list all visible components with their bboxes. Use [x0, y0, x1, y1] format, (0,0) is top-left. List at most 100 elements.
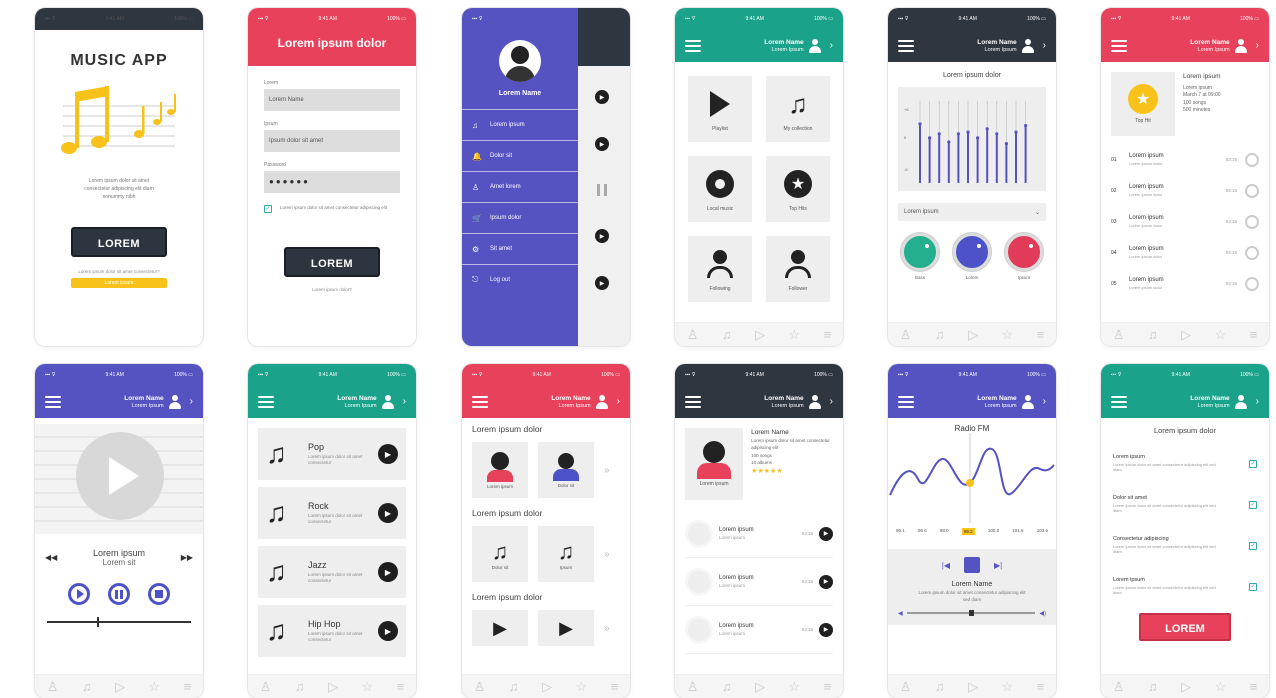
menu-icon[interactable] [685, 40, 701, 52]
checklist-item[interactable]: Lorem ipsum Lorem ipsum dolor sit amet co… [1113, 443, 1257, 484]
album-card[interactable]: ♫ Dolor sit [472, 526, 528, 582]
artist-card[interactable]: Lorem ipsum [472, 442, 528, 498]
user-chip[interactable]: Lorem Name Lorem Ipsum › [764, 38, 833, 54]
drawer-menu-item[interactable]: ♫ Lorem ipsum [462, 109, 578, 140]
track-row[interactable]: 02 Lorem ipsum Lorem ipsum dolor 03:15 [1111, 175, 1259, 206]
music-tab-icon[interactable]: ♫ [1148, 327, 1158, 342]
help-link[interactable]: Lorem ipsum dolor sit amet consectetur? [35, 269, 203, 274]
play-tab-icon[interactable]: ▷ [1181, 679, 1191, 695]
checklist-item[interactable]: Dolor sit amet Lorem ipsum dolor sit amet… [1113, 484, 1257, 525]
play-icon[interactable]: ▶ [378, 562, 398, 582]
checkbox-checked-icon[interactable]: ✓ [1249, 582, 1257, 591]
play-icon[interactable]: ▶ [378, 444, 398, 464]
menu-tab-icon[interactable]: ≡ [1037, 679, 1045, 694]
more-arrow-icon[interactable]: » [604, 465, 610, 476]
progress-slider[interactable] [47, 617, 191, 627]
name-input[interactable]: Lorem Name [264, 89, 400, 111]
favorite-tab-icon[interactable]: ☆ [1215, 679, 1227, 695]
profile-tab-icon[interactable]: ♙ [474, 679, 486, 695]
play-icon[interactable]: ▶ [595, 276, 609, 290]
frequency-selected[interactable]: 99.2 [961, 528, 975, 535]
next-icon[interactable]: ▶| [994, 561, 1002, 570]
artist-card[interactable]: Dolor sit [538, 442, 594, 498]
drawer-menu-item[interactable]: 🔔 Dolor sit [462, 140, 578, 171]
album-card[interactable]: ♫ Ipsum [538, 526, 594, 582]
more-arrow-icon[interactable]: » [604, 549, 610, 560]
library-tile[interactable]: Following [688, 236, 752, 302]
checklist-item[interactable]: Consectetur adipiscing Lorem ipsum dolor … [1113, 525, 1257, 566]
drawer-menu-item[interactable]: ♙ Amet lorem [462, 171, 578, 202]
frequency-option[interactable]: 100.0 [988, 528, 999, 535]
profile-tab-icon[interactable]: ♙ [1113, 327, 1125, 343]
password-input[interactable]: ●●●●●● [264, 171, 400, 193]
menu-tab-icon[interactable]: ≡ [184, 679, 192, 694]
profile-tab-icon[interactable]: ♙ [900, 327, 912, 343]
library-tile[interactable]: Follower [766, 236, 830, 302]
menu-icon[interactable] [472, 396, 488, 408]
knob[interactable]: Lorem [953, 233, 991, 280]
menu-icon[interactable] [898, 40, 914, 52]
genre-card[interactable]: ♫ Hip Hop Lorem ipsum dolor sit amet conse… [258, 605, 406, 657]
play-tab-icon[interactable]: ▷ [115, 679, 125, 695]
frequency-option[interactable]: 96.6 [918, 528, 927, 535]
user-chip[interactable]: Lorem Name Lorem Ipsum › [977, 38, 1046, 54]
menu-icon[interactable] [1111, 396, 1127, 408]
checklist-item[interactable]: Lorem ipsum Lorem ipsum dolor sit amet co… [1113, 566, 1257, 607]
frequency-option[interactable]: 98.0 [940, 528, 949, 535]
user-chip[interactable]: Lorem Name Lorem Ipsum › [124, 394, 193, 410]
music-tab-icon[interactable]: ♫ [82, 679, 92, 694]
library-tile[interactable]: Local music [688, 156, 752, 222]
library-tile[interactable]: ♫ My collection [766, 76, 830, 142]
music-tab-icon[interactable]: ♫ [935, 327, 945, 342]
playlist-card[interactable]: ▶ [472, 610, 528, 646]
frequency-option[interactable]: 101.5 [1012, 528, 1023, 535]
favorite-tab-icon[interactable]: ☆ [149, 679, 161, 695]
play-tab-icon[interactable]: ▷ [968, 679, 978, 695]
favorite-tab-icon[interactable]: ☆ [362, 679, 374, 695]
play-icon[interactable]: ▶ [819, 574, 833, 589]
play-icon[interactable]: ▶ [819, 526, 833, 541]
track-row[interactable]: 05 Lorem ipsum Lorem ipsum dolor 03:15 [1111, 268, 1259, 299]
library-tile[interactable]: Playlist [688, 76, 752, 142]
music-tab-icon[interactable]: ♫ [1148, 679, 1158, 694]
favorite-tab-icon[interactable]: ☆ [576, 679, 588, 695]
menu-tab-icon[interactable]: ≡ [397, 679, 405, 694]
play-outline-icon[interactable] [1245, 152, 1259, 167]
user-chip[interactable]: Lorem Name Lorem Ipsum › [337, 394, 406, 410]
play-tab-icon[interactable]: ▷ [542, 679, 552, 695]
lorem-button[interactable]: LOREM [1139, 613, 1231, 641]
menu-tab-icon[interactable]: ≡ [611, 679, 619, 694]
favorite-tab-icon[interactable]: ☆ [1002, 327, 1014, 343]
music-tab-icon[interactable]: ♫ [722, 327, 732, 342]
menu-icon[interactable] [685, 396, 701, 408]
previous-icon[interactable]: |◀ [942, 561, 950, 570]
checkbox-checked-icon[interactable]: ✓ [1249, 459, 1257, 468]
user-chip[interactable]: Lorem Name Lorem Ipsum › [764, 394, 833, 410]
library-tile[interactable]: ★ Top Hits [766, 156, 830, 222]
stop-circle-icon[interactable] [148, 583, 170, 605]
menu-tab-icon[interactable]: ≡ [1037, 327, 1045, 342]
genre-card[interactable]: ♫ Jazz Lorem ipsum dolor sit amet consecte… [258, 546, 406, 598]
play-icon[interactable]: ▶ [378, 503, 398, 523]
menu-icon[interactable] [45, 396, 61, 408]
genre-card[interactable]: ♫ Pop Lorem ipsum dolor sit amet consectet… [258, 428, 406, 480]
profile-tab-icon[interactable]: ♙ [260, 679, 272, 695]
play-circle-icon[interactable] [68, 583, 90, 605]
drawer-menu-item[interactable]: ⚙ Sit amet [462, 233, 578, 264]
more-arrow-icon[interactable]: » [604, 623, 610, 634]
song-row[interactable]: Lorem ipsum Lorem ipsum 03:15 ▶ [685, 510, 833, 558]
song-row[interactable]: Lorem ipsum Lorem ipsum 03:15 ▶ [685, 558, 833, 606]
frequency-option[interactable]: 103.6 [1037, 528, 1048, 535]
song-row[interactable]: Lorem ipsum Lorem ipsum 03:15 ▶ [685, 606, 833, 654]
pause-circle-icon[interactable] [108, 583, 130, 605]
profile-tab-icon[interactable]: ♙ [900, 679, 912, 695]
checkbox-checked-icon[interactable]: ✓ [1249, 500, 1257, 509]
stop-icon[interactable] [964, 557, 980, 573]
rating-stars[interactable]: ★★★★★ [751, 467, 833, 478]
volume-slider[interactable] [906, 610, 1036, 616]
play-icon[interactable]: ▶ [595, 90, 609, 104]
yellow-cta-button[interactable]: Lorem ipsum [71, 278, 167, 288]
preset-select[interactable]: Lorem ipsum ⌄ [898, 203, 1046, 221]
music-tab-icon[interactable]: ♫ [935, 679, 945, 694]
eq-bands[interactable] [898, 87, 1046, 191]
